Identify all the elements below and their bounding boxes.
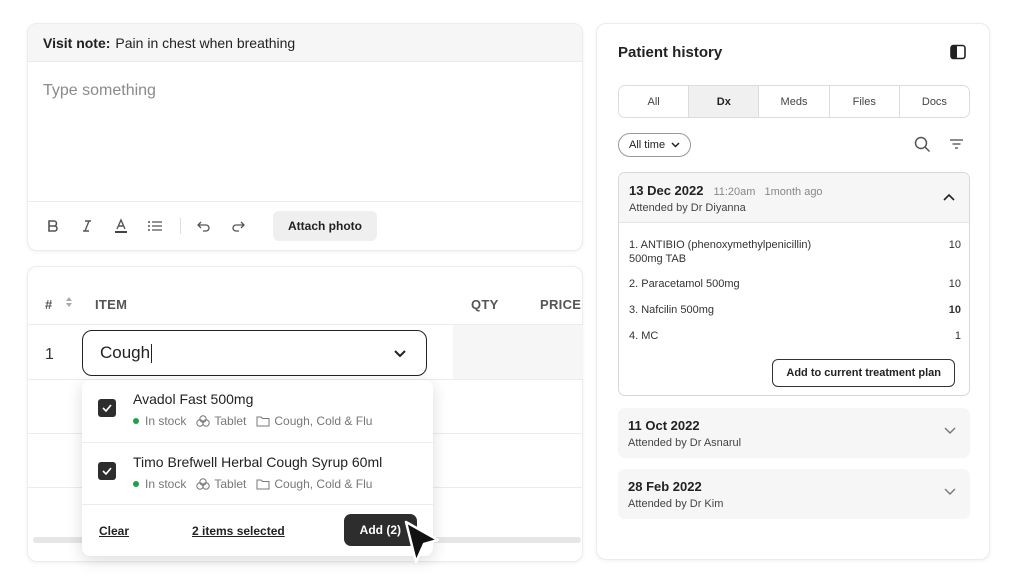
med-qty: 10 <box>948 304 961 316</box>
visit-attended-by: Attended by Dr Kim <box>628 498 724 510</box>
text-caret <box>151 343 153 363</box>
panel-toggle-icon[interactable] <box>950 44 966 60</box>
option-form: Tablet <box>214 414 247 428</box>
chevron-down-icon[interactable] <box>944 427 956 435</box>
visit-note-header: Visit note: Pain in chest when breathing <box>28 24 582 62</box>
header-num: # <box>45 297 53 312</box>
dropdown-option[interactable]: Avadol Fast 500mg In stock Tablet Cough,… <box>82 380 433 440</box>
visit-ago: 1month ago <box>764 186 823 198</box>
med-name: 4. MC <box>629 330 659 342</box>
item-search-input[interactable]: Cough <box>82 330 427 376</box>
mouse-cursor-icon <box>404 520 440 564</box>
checkbox-checked[interactable] <box>98 399 116 417</box>
chevron-up-icon[interactable] <box>943 193 955 201</box>
text-color-icon[interactable] <box>110 215 132 237</box>
visit-note-label: Visit note: <box>43 34 111 51</box>
med-qty: 10 <box>948 278 961 290</box>
med-item: 1. ANTIBIO (phenoxymethylpenicillin) 500… <box>629 238 961 266</box>
visit-date: 11 Oct 2022 <box>628 418 700 433</box>
med-name: 1. ANTIBIO (phenoxymethylpenicillin) 500… <box>629 239 812 265</box>
med-name: 2. Paracetamol 500mg <box>629 278 740 290</box>
clear-link[interactable]: Clear <box>99 524 129 538</box>
med-item: 3. Nafcilin 500mg 10 <box>629 304 961 316</box>
in-stock-dot <box>133 418 139 424</box>
visit-date-text: 13 Dec 2022 <box>629 183 704 198</box>
visit-note-card: Visit note: Pain in chest when breathing… <box>27 23 583 251</box>
dropdown-footer: Clear 2 items selected Add (2) <box>82 504 433 556</box>
header-item: ITEM <box>95 297 128 312</box>
visit-attended-by: Attended by Dr Asnarul <box>628 437 742 449</box>
toolbar-divider <box>180 218 181 234</box>
med-qty: 10 <box>948 239 961 251</box>
visit-attended-by: Attended by Dr Diyanna <box>629 202 746 214</box>
folder-icon <box>256 479 270 490</box>
med-item: 4. MC 1 <box>629 330 961 342</box>
option-category: Cough, Cold & Flu <box>274 414 373 428</box>
qty-cell[interactable] <box>453 325 583 379</box>
selected-count-link[interactable]: 2 items selected <box>192 524 285 538</box>
history-tabs: All Dx Meds Files Docs <box>618 85 970 118</box>
chevron-down-icon[interactable] <box>944 488 956 496</box>
panel-title: Patient history <box>618 44 723 61</box>
tab-meds[interactable]: Meds <box>759 86 830 117</box>
dropdown-option[interactable]: Timo Brefwell Herbal Cough Syrup 60ml In… <box>82 443 433 503</box>
patient-history-panel: Patient history All Dx Meds Files Docs A… <box>596 23 990 560</box>
chevron-down-icon <box>671 142 680 148</box>
med-item: 2. Paracetamol 500mg 10 <box>629 278 961 290</box>
check-icon <box>102 404 112 412</box>
header-price: PRICE <box>540 297 582 312</box>
bullet-list-icon[interactable] <box>144 215 166 237</box>
undo-icon[interactable] <box>193 215 215 237</box>
chevron-down-icon[interactable] <box>392 345 408 361</box>
checkbox-checked[interactable] <box>98 462 116 480</box>
visit-date: 13 Dec 2022 11:20am 1month ago <box>629 183 823 198</box>
option-name: Timo Brefwell Herbal Cough Syrup 60ml <box>133 454 383 470</box>
items-table-card: # ITEM QTY PRICE 1 Cough Avadol Fast 500… <box>27 266 583 562</box>
visit-card-collapsed[interactable]: 28 Feb 2022 Attended by Dr Kim <box>618 469 970 519</box>
header-qty: QTY <box>471 297 499 312</box>
note-textarea[interactable]: Type something <box>28 62 582 202</box>
option-form: Tablet <box>214 477 247 491</box>
option-category: Cough, Cold & Flu <box>274 477 373 491</box>
item-search-value: Cough <box>100 343 151 362</box>
italic-icon[interactable] <box>76 215 98 237</box>
time-filter-dropdown[interactable]: All time <box>618 133 692 157</box>
option-meta: In stock Tablet Cough, Cold & Flu <box>133 477 372 491</box>
note-toolbar: Attach photo <box>28 202 582 250</box>
row-number: 1 <box>45 346 54 363</box>
check-icon <box>102 467 112 475</box>
option-meta: In stock Tablet Cough, Cold & Flu <box>133 414 372 428</box>
visit-header[interactable]: 13 Dec 2022 11:20am 1month ago Attended by… <box>619 173 969 223</box>
items-table-header: # ITEM QTY PRICE <box>28 267 582 325</box>
time-filter-value: All time <box>629 139 666 151</box>
option-stock: In stock <box>145 414 187 428</box>
folder-icon <box>256 416 270 427</box>
tab-docs[interactable]: Docs <box>899 86 969 117</box>
in-stock-dot <box>133 481 139 487</box>
med-name: 3. Nafcilin 500mg <box>629 304 714 316</box>
search-icon[interactable] <box>914 136 931 153</box>
visit-note-value[interactable]: Pain in chest when breathing <box>115 35 295 51</box>
tablet-icon <box>196 415 211 427</box>
tab-all[interactable]: All <box>619 86 690 117</box>
med-qty: 1 <box>954 330 961 342</box>
option-stock: In stock <box>145 477 187 491</box>
visit-card-expanded: 13 Dec 2022 11:20am 1month ago Attended by… <box>618 172 970 396</box>
visit-date: 28 Feb 2022 <box>628 479 702 494</box>
option-name: Avadol Fast 500mg <box>133 391 254 407</box>
item-search-dropdown: Avadol Fast 500mg In stock Tablet Cough,… <box>82 380 433 556</box>
filter-icon[interactable] <box>949 138 964 150</box>
redo-icon[interactable] <box>227 215 249 237</box>
add-to-treatment-plan-button[interactable]: Add to current treatment plan <box>772 359 955 387</box>
tablet-icon <box>196 478 211 490</box>
tab-files[interactable]: Files <box>829 86 900 117</box>
visit-time: 11:20am <box>713 186 756 198</box>
sort-icon[interactable] <box>65 296 73 308</box>
visit-card-collapsed[interactable]: 11 Oct 2022 Attended by Dr Asnarul <box>618 408 970 458</box>
bold-icon[interactable] <box>42 215 64 237</box>
note-placeholder: Type something <box>43 82 156 99</box>
attach-photo-button[interactable]: Attach photo <box>273 211 377 241</box>
tab-dx[interactable]: Dx <box>689 86 760 117</box>
